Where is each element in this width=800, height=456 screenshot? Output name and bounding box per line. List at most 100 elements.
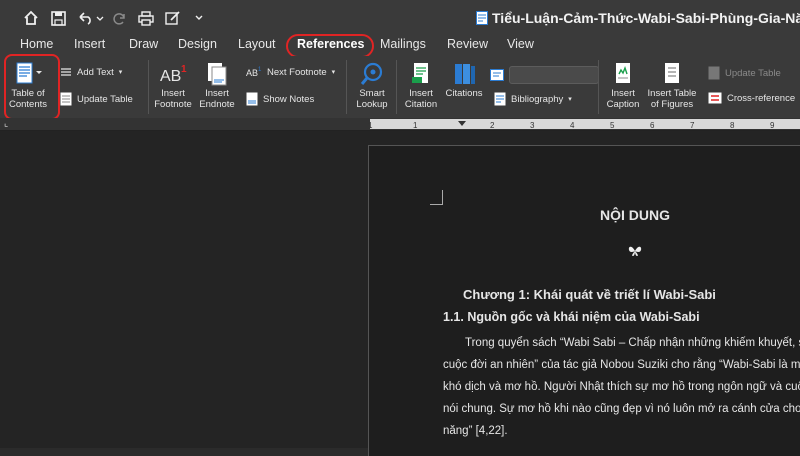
references-highlight-ring <box>286 34 374 58</box>
insert-table-figures-line1: Insert Table <box>647 88 697 99</box>
print-icon[interactable] <box>137 8 155 28</box>
tab-insert[interactable]: Insert <box>74 37 105 51</box>
insert-citation-icon <box>412 63 428 83</box>
ribbon-tabs: Home Insert Draw Design Layout Reference… <box>0 36 800 56</box>
references-ribbon: Table of Contents Add Text ▾ Update Tabl… <box>0 56 800 119</box>
paragraph-line: Trong quyển sách “Wabi Sabi – Chấp nhận … <box>465 337 800 349</box>
insert-table-figures-line2: of Figures <box>650 99 694 110</box>
home-icon[interactable] <box>22 8 40 28</box>
ruler-ticks: 1 1 2 3 4 5 6 7 8 9 <box>368 121 775 130</box>
smart-lookup-line1: Smart <box>359 88 385 99</box>
window-title: Tiểu-Luận-Cảm-Thức-Wabi-Sabi-Phùng-Gia-N… <box>476 10 800 26</box>
insert-caption-button[interactable]: Insert Caption <box>602 62 644 110</box>
chevron-down-icon: ▾ <box>118 69 123 76</box>
next-footnote-label: Next Footnote <box>267 66 327 78</box>
smart-lookup-button[interactable]: Smart Lookup <box>352 62 392 110</box>
insert-table-of-figures-button[interactable]: Insert Table of Figures <box>645 62 699 110</box>
paragraph-line: khó dịch và mơ hồ. Người Nhật thích sự m… <box>443 381 800 393</box>
paragraph-line: nói chung. Sự mơ hồ khi nào cũng đẹp vì … <box>443 403 800 415</box>
insert-footnote-line2: Footnote <box>154 99 192 110</box>
insert-citation-line1: Insert <box>409 88 433 99</box>
tab-stop-icon[interactable]: ⌞ <box>4 118 8 129</box>
svg-text:3: 3 <box>530 121 535 130</box>
next-footnote-button[interactable]: AB 1 Next Footnote ▾ <box>246 66 335 79</box>
citation-style-dropdown[interactable] <box>509 66 599 84</box>
bibliography-icon <box>494 92 506 106</box>
document-title: Tiểu-Luận-Cảm-Thức-Wabi-Sabi-Phùng-Gia-N… <box>492 10 800 26</box>
insert-citation-button[interactable]: Insert Citation <box>400 62 442 110</box>
undo-icon[interactable] <box>76 8 106 28</box>
edit-icon[interactable] <box>164 8 182 28</box>
tab-review[interactable]: Review <box>447 37 488 51</box>
update-table-button[interactable]: Update Table <box>60 92 133 106</box>
insert-caption-icon <box>616 63 630 83</box>
update-table-disabled-label: Update Table <box>725 67 781 79</box>
tab-design[interactable]: Design <box>178 37 217 51</box>
svg-text:1: 1 <box>368 121 373 130</box>
margin-corner-mark <box>430 190 443 205</box>
chapter-heading: Chương 1: Khái quát về triết lí Wabi-Sab… <box>463 287 716 302</box>
style-icon <box>490 69 504 81</box>
document-heading: NỘI DUNG <box>600 207 670 223</box>
svg-text:6: 6 <box>650 121 655 130</box>
next-footnote-icon: AB 1 <box>246 67 262 78</box>
svg-text:1: 1 <box>258 67 262 73</box>
svg-text:AB: AB <box>160 68 181 85</box>
word-document-icon <box>476 11 488 25</box>
update-table-icon <box>60 92 72 106</box>
update-table-disabled-icon <box>708 66 720 80</box>
tab-home[interactable]: Home <box>20 37 53 51</box>
svg-text:1: 1 <box>181 64 187 75</box>
smart-lookup-line2: Lookup <box>356 99 388 110</box>
update-table-disabled-button[interactable]: Update Table <box>708 66 781 80</box>
citations-books-icon <box>455 64 475 84</box>
citation-style-selector[interactable] <box>490 66 599 84</box>
tab-draw[interactable]: Draw <box>129 37 158 51</box>
add-text-icon <box>61 68 71 76</box>
table-of-figures-icon <box>665 63 679 83</box>
section-heading: 1.1. Nguồn gốc và khái niệm của Wabi-Sab… <box>443 310 700 324</box>
cross-reference-button[interactable]: Cross-reference <box>708 92 795 104</box>
ribbon-separator <box>598 60 599 114</box>
insert-endnote-line2: Endnote <box>199 99 235 110</box>
svg-text:9: 9 <box>770 121 775 130</box>
ribbon-separator <box>148 60 149 114</box>
customize-chevron-icon[interactable] <box>194 8 204 28</box>
add-text-button[interactable]: Add Text ▾ <box>60 66 122 78</box>
bibliography-button[interactable]: Bibliography ▾ <box>494 92 572 106</box>
insert-footnote-line1: Insert <box>161 88 185 99</box>
redo-icon[interactable] <box>111 8 127 28</box>
svg-text:5: 5 <box>610 121 615 130</box>
insert-endnote-line1: Insert <box>205 88 229 99</box>
svg-text:4: 4 <box>570 121 575 130</box>
insert-caption-line1: Insert <box>611 88 635 99</box>
insert-caption-line2: Caption <box>606 99 640 110</box>
tab-layout[interactable]: Layout <box>238 37 276 51</box>
svg-text:1: 1 <box>413 121 418 130</box>
title-bar: Tiểu-Luận-Cảm-Thức-Wabi-Sabi-Phùng-Gia-N… <box>0 0 800 36</box>
ribbon-separator <box>396 60 397 114</box>
insert-endnote-button[interactable]: Insert Endnote <box>196 62 238 110</box>
horizontal-ruler[interactable]: 1 1 2 3 4 5 6 7 8 9 ⌞ <box>0 118 800 131</box>
tab-view[interactable]: View <box>507 37 534 51</box>
paragraph-line: cuộc đời an nhiên” của tác giả Nobou Suz… <box>443 359 800 371</box>
update-table-label: Update Table <box>77 93 133 105</box>
svg-text:AB: AB <box>246 68 258 78</box>
svg-text:7: 7 <box>690 121 695 130</box>
show-notes-button[interactable]: Show Notes <box>246 92 314 106</box>
toc-highlight-ring <box>4 54 60 120</box>
ribbon-separator <box>346 60 347 114</box>
tab-mailings[interactable]: Mailings <box>380 37 426 51</box>
citations-label: Citations <box>445 88 483 99</box>
insert-citation-line2: Citation <box>404 99 438 110</box>
show-notes-label: Show Notes <box>263 93 315 105</box>
save-icon[interactable] <box>49 8 67 28</box>
footnote-icon: AB 1 <box>160 64 187 85</box>
citations-button[interactable]: Citations <box>443 62 485 99</box>
svg-text:8: 8 <box>730 121 735 130</box>
show-notes-icon <box>246 92 258 106</box>
cross-reference-label: Cross-reference <box>727 92 796 104</box>
insert-footnote-button[interactable]: AB 1 Insert Footnote <box>152 62 194 110</box>
add-text-label: Add Text <box>77 66 114 78</box>
chevron-down-icon: ▾ <box>568 96 572 103</box>
